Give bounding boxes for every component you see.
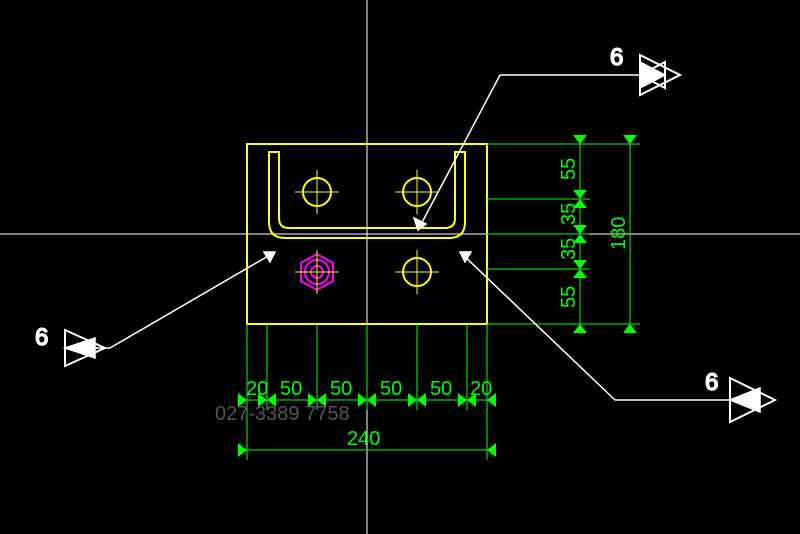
dim-240: 240 (347, 428, 380, 450)
leader-6-right: 6 (705, 369, 718, 396)
cad-drawing: 20 50 50 50 50 20 240 55 3 (0, 0, 800, 534)
section-leaders: 6 6 6 (35, 44, 775, 422)
centerlines (0, 0, 800, 534)
dim-180: 180 (608, 217, 630, 250)
dim-50-1: 50 (280, 378, 302, 400)
dim-20-2: 20 (470, 378, 492, 400)
watermark-text: 027-3389 7758 (215, 403, 350, 425)
dim-bottom: 20 50 50 50 50 20 240 (238, 324, 496, 460)
dim-55-bot: 55 (558, 286, 580, 308)
dim-50-2: 50 (330, 378, 352, 400)
dim-50-3: 50 (380, 378, 402, 400)
dim-55-top: 55 (558, 158, 580, 180)
leader-6-left: 6 (35, 324, 48, 351)
dim-35-1: 35 (558, 203, 580, 225)
dim-50-4: 50 (430, 378, 452, 400)
dim-35-2: 35 (558, 238, 580, 260)
dim-20-1: 20 (246, 378, 268, 400)
dim-right: 55 35 35 55 180 (487, 135, 640, 333)
leader-6-top: 6 (610, 44, 623, 71)
